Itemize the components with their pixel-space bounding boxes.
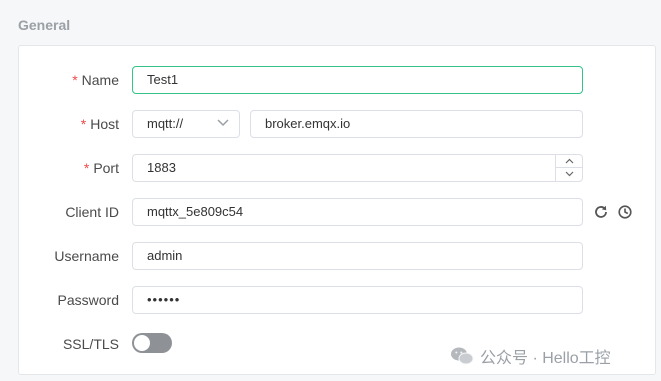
refresh-icon[interactable] <box>593 204 609 220</box>
port-increment-button[interactable] <box>556 155 583 168</box>
port-stepper <box>555 155 583 181</box>
clock-icon[interactable] <box>617 204 633 220</box>
watermark: 公众号 · Hello工控 <box>450 344 611 368</box>
host-row: * Host mqtt:// broker.emqx.io <box>19 110 655 138</box>
name-label: * Name <box>72 72 119 88</box>
password-label: Password <box>57 292 119 308</box>
section-title: General <box>18 17 71 33</box>
client-id-label: Client ID <box>65 204 119 220</box>
port-input[interactable]: 1883 <box>132 154 583 182</box>
port-row: * Port 1883 <box>19 154 655 182</box>
protocol-select[interactable]: mqtt:// <box>132 110 240 138</box>
name-input[interactable]: Test1 <box>132 66 583 94</box>
username-row: Username admin <box>19 242 655 270</box>
port-label: * Port <box>83 160 119 176</box>
port-decrement-button[interactable] <box>556 168 583 181</box>
port-input-value: 1883 <box>147 160 176 175</box>
password-input[interactable]: •••••• <box>132 286 583 314</box>
chevron-down-icon <box>565 171 574 177</box>
client-id-row: Client ID mqttx_5e809c54 <box>19 198 655 226</box>
general-settings-card: * Name Test1 * Host mqtt:// broker.emqx.io… <box>18 45 656 375</box>
name-row: * Name Test1 <box>19 66 655 94</box>
protocol-select-value: mqtt:// <box>147 116 184 131</box>
required-mark: * <box>72 72 78 88</box>
chevron-up-icon <box>565 158 574 164</box>
username-label: Username <box>54 248 119 264</box>
chevron-down-icon <box>217 119 229 127</box>
username-input[interactable]: admin <box>132 242 583 270</box>
ssl-label: SSL/TLS <box>62 336 119 352</box>
host-label: * Host <box>80 116 119 132</box>
wechat-icon <box>451 347 474 365</box>
required-mark: * <box>80 116 87 132</box>
required-mark: * <box>83 160 90 176</box>
ssl-toggle[interactable] <box>132 333 172 353</box>
host-input[interactable]: broker.emqx.io <box>250 110 583 138</box>
client-id-input[interactable]: mqttx_5e809c54 <box>132 198 583 226</box>
password-row: Password •••••• <box>19 286 655 314</box>
toggle-knob <box>134 335 150 351</box>
watermark-text: 公众号 · Hello工控 <box>480 350 611 367</box>
